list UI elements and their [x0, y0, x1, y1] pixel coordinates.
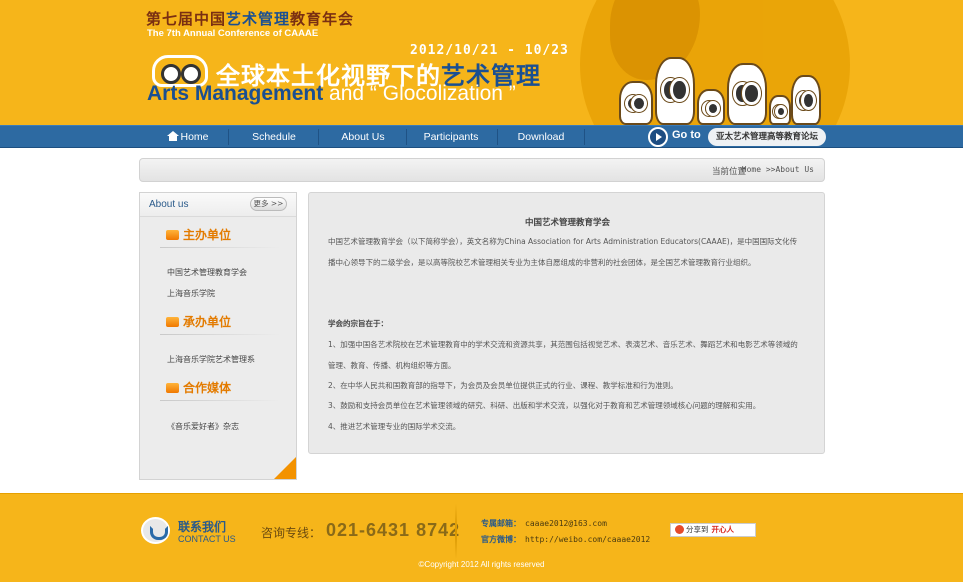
main-content: 中国艺术管理教育学会 中国艺术管理教育学会（以下简称学会），英文名称为China… — [308, 192, 825, 454]
divider — [160, 334, 280, 335]
owl-mascot-icon — [727, 63, 767, 125]
breadcrumb-path[interactable]: Home >>About Us — [742, 165, 814, 174]
conference-title-cn: 第七届中国艺术管理教育年会 — [146, 10, 355, 28]
header-banner: 第七届中国艺术管理教育年会 The 7th Annual Conference … — [0, 0, 963, 125]
nav-divider — [406, 129, 407, 145]
nav-home[interactable]: Home — [163, 126, 213, 148]
weibo-line: 官方微博： http://weibo.com/caaae2012 — [481, 535, 651, 544]
nav-divider — [228, 129, 229, 145]
sidebar: About us 更多 >> 主办单位 中国艺术管理教育学会 上海音乐学院 承办… — [139, 192, 297, 480]
conference-title-en: The 7th Annual Conference of CAAAE — [147, 28, 319, 39]
folder-icon — [166, 230, 179, 240]
content-title: 中国艺术管理教育学会 — [524, 218, 610, 228]
folder-icon — [166, 317, 179, 327]
theme-title-en: Arts Management and “ Glocolization ” — [147, 82, 516, 105]
play-arrow-icon — [648, 127, 668, 147]
purpose-item: 1、加强中国各艺术院校在艺术管理教育中的学术交流和资源共享，其范围包括视觉艺术、… — [328, 340, 798, 370]
nav-divider — [318, 129, 319, 145]
home-icon — [167, 131, 180, 141]
intro-paragraph: 中国艺术管理教育学会（以下简称学会），英文名称为China Associatio… — [328, 237, 798, 267]
purpose-item: 3、鼓励和支持会员单位在艺术管理领域的研究、科研、出版和学术交流，以强化对于教育… — [328, 401, 761, 410]
nav-about-us[interactable]: About Us — [334, 126, 392, 148]
email-line: 专属邮箱： caaae2012@163.com — [481, 519, 607, 528]
goto-forum-link[interactable]: Go to 亚太艺术管理高等教育论坛 — [648, 127, 826, 147]
section-title-host: 承办单位 — [166, 313, 231, 330]
hotline-number: 021-6431 8742 — [326, 520, 461, 540]
purpose-item: 4、推进艺术管理专业的国际学术交流。 — [328, 422, 461, 431]
nav-download[interactable]: Download — [512, 126, 570, 148]
nav-divider — [584, 129, 585, 145]
purpose-item: 2、在中华人民共和国教育部的指导下，为会员及会员单位提供正式的行业、课程、教学标… — [328, 381, 678, 390]
corner-decoration — [274, 457, 296, 479]
contact-title-cn: 联系我们 — [178, 520, 227, 534]
contact-title-en: CONTACT US — [178, 534, 236, 544]
weibo-link[interactable]: http://weibo.com/caaae2012 — [525, 535, 650, 544]
footer: 联系我们 CONTACT US 咨询专线： 021-6431 8742 专属邮箱… — [0, 493, 963, 582]
section-title-organizer: 主办单位 — [166, 226, 231, 243]
sidebar-link[interactable]: 《音乐爱好者》杂志 — [167, 421, 239, 432]
goto-forum-name: 亚太艺术管理高等教育论坛 — [708, 128, 826, 146]
divider — [160, 400, 280, 401]
owl-mascot-icon — [619, 81, 653, 125]
owl-mascot-icon — [791, 75, 821, 125]
more-button[interactable]: 更多 >> — [250, 197, 287, 211]
nav-participants[interactable]: Participants — [418, 126, 484, 148]
sidebar-link[interactable]: 中国艺术管理教育学会 — [167, 267, 247, 278]
owl-mascot-icon — [655, 57, 695, 125]
email-link[interactable]: caaae2012@163.com — [525, 519, 607, 528]
phone-icon — [141, 517, 170, 544]
sidebar-link[interactable]: 上海音乐学院艺术管理系 — [167, 354, 255, 365]
nav-schedule[interactable]: Schedule — [245, 126, 303, 148]
owl-mascot-icon — [769, 95, 791, 125]
sidebar-header: About us 更多 >> — [140, 193, 296, 217]
sidebar-title: About us — [149, 199, 189, 210]
breadcrumb: 当前位置 Home >>About Us — [139, 158, 825, 182]
purpose-heading: 学会的宗旨在于： — [328, 319, 388, 328]
nav-divider — [497, 129, 498, 145]
divider — [160, 247, 280, 248]
owl-mascots-illustration — [615, 28, 825, 125]
hotline-label: 咨询专线： — [261, 526, 322, 540]
share-icon — [675, 525, 684, 534]
sidebar-link[interactable]: 上海音乐学院 — [167, 288, 215, 299]
copyright: ©Copyright 2012 All rights reserved — [418, 560, 545, 569]
goto-label: Go to — [672, 129, 701, 141]
folder-icon — [166, 383, 179, 393]
owl-mascot-icon — [697, 89, 725, 125]
share-button[interactable]: 分享到 开心人 — [670, 523, 756, 537]
section-title-media: 合作媒体 — [166, 379, 231, 396]
footer-divider — [455, 504, 457, 559]
